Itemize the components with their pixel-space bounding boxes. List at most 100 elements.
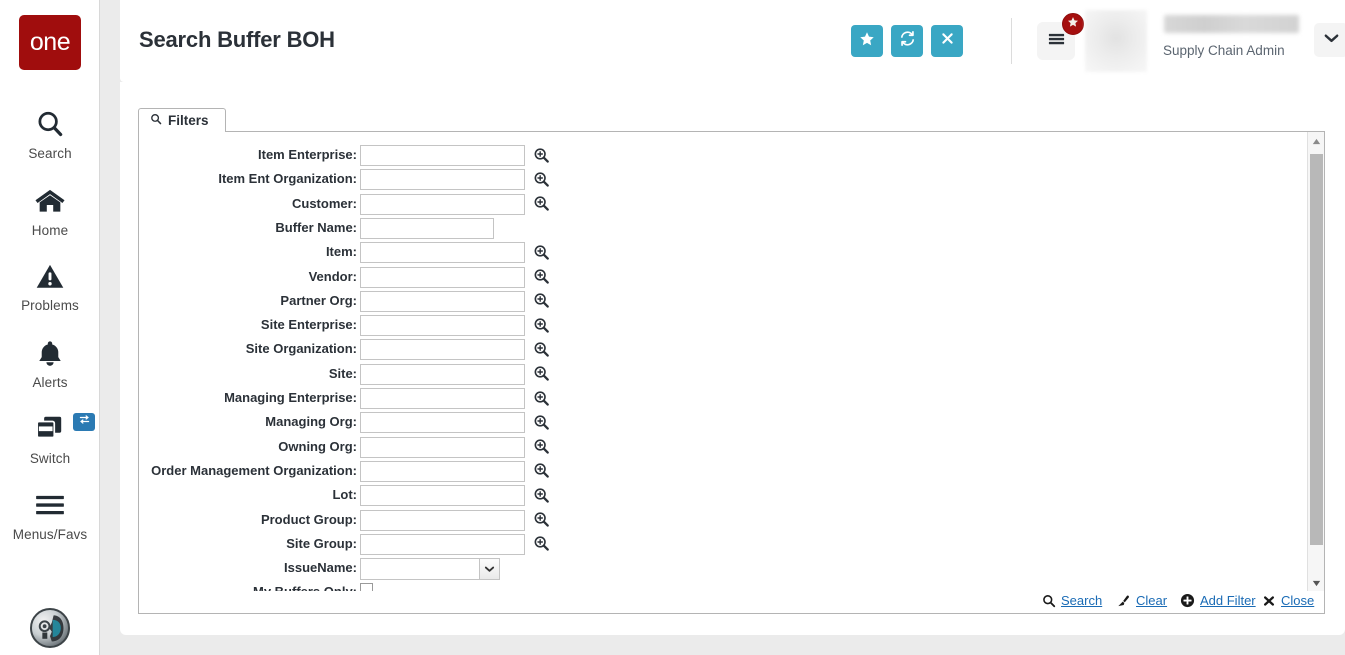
add-filter-link[interactable]: Add Filter — [1180, 593, 1256, 608]
filter-row: Owning Org: — [139, 435, 1324, 459]
filter-label: Vendor: — [308, 268, 357, 284]
filter-row: Vendor: — [139, 265, 1324, 289]
clear-link[interactable]: Clear — [1116, 593, 1167, 608]
triangle-up-icon — [1312, 132, 1321, 150]
magnifier-plus-icon[interactable] — [531, 509, 551, 531]
filter-input[interactable] — [360, 388, 525, 409]
magnifier-plus-icon[interactable] — [531, 168, 551, 190]
filter-input[interactable] — [360, 193, 525, 215]
filter-input[interactable] — [360, 266, 525, 288]
magnifier-plus-icon[interactable] — [531, 436, 551, 458]
filter-row: IssueName: — [139, 556, 1324, 581]
filter-input[interactable] — [360, 436, 525, 458]
magnifier-plus-icon[interactable] — [531, 387, 551, 409]
refresh-button[interactable] — [891, 25, 923, 57]
filter-row: My Buffers Only: — [139, 580, 1324, 591]
filter-input[interactable] — [360, 290, 525, 312]
star-icon — [1067, 15, 1079, 33]
user-name — [1164, 15, 1299, 33]
filter-row: Customer: — [139, 192, 1324, 216]
swap-arrows-icon — [78, 413, 91, 431]
sidebar-item-home[interactable]: Home — [0, 181, 100, 238]
filter-row: Site Enterprise: — [139, 313, 1324, 337]
magnifier-plus-icon[interactable] — [531, 411, 551, 433]
sidebar-item-alerts[interactable]: Alerts — [0, 333, 100, 390]
magnifier-plus-icon[interactable] — [531, 193, 551, 215]
filter-label: IssueName: — [284, 560, 357, 576]
app-logo-text: one — [29, 28, 71, 56]
sidebar-item-label: Switch — [29, 451, 71, 466]
magnifier-plus-icon[interactable] — [531, 314, 551, 336]
magnifier-plus-icon[interactable] — [531, 241, 551, 263]
filter-input[interactable] — [360, 169, 525, 191]
vertical-scrollbar[interactable] — [1307, 132, 1324, 591]
ai-assistant-orb-icon[interactable] — [30, 608, 70, 648]
filter-label: Order Management Organization: — [151, 462, 357, 478]
header-divider — [1011, 18, 1012, 64]
sidebar-item-label: Menus/Favs — [12, 527, 88, 542]
search-link[interactable]: Search — [1042, 593, 1102, 608]
header-menu-badge[interactable] — [1062, 13, 1084, 35]
issuename-select[interactable] — [360, 558, 500, 581]
magnifier-plus-icon[interactable] — [531, 266, 551, 288]
filter-input[interactable] — [360, 485, 525, 507]
filter-label: Item Enterprise: — [258, 147, 357, 162]
scrollbar-thumb[interactable] — [1310, 154, 1323, 545]
tab-filters[interactable]: Filters — [138, 108, 226, 133]
filter-label: Lot: — [332, 487, 357, 503]
close-button[interactable] — [931, 25, 963, 57]
sidebar-item-problems[interactable]: Problems — [0, 256, 100, 313]
magnifier-plus-icon[interactable] — [531, 363, 551, 385]
filters-form: Item Enterprise: Item Ent Organization: Cu… — [138, 132, 1325, 591]
filter-input[interactable] — [360, 145, 525, 166]
magnifier-plus-icon[interactable] — [531, 460, 551, 482]
user-role: Supply Chain Admin — [1163, 43, 1285, 58]
add-filter-link-label: Add Filter — [1200, 593, 1256, 608]
triangle-down-icon — [1312, 574, 1321, 592]
avatar — [1085, 10, 1147, 72]
filter-label: My Buffers Only: — [139, 580, 357, 591]
filter-input[interactable] — [360, 217, 494, 239]
magnifier-plus-icon[interactable] — [531, 484, 551, 506]
issuename-select-value — [361, 559, 479, 579]
main-region: Search Buffer BOH Supply Chain Admin Fil… — [100, 0, 1345, 655]
filter-row: Managing Org: — [139, 410, 1324, 434]
close-link[interactable]: Close — [1262, 593, 1314, 608]
filter-row: Site Group: — [139, 532, 1324, 556]
clear-link-label: Clear — [1136, 593, 1168, 608]
filter-label: Site: — [328, 365, 357, 381]
tab-strip: Filters — [138, 108, 1325, 133]
page-title: Search Buffer BOH — [139, 27, 335, 52]
sidebar-item-switch[interactable]: Switch — [0, 409, 100, 466]
filter-row: Buffer Name: — [139, 216, 1324, 240]
my-buffers-only-checkbox[interactable] — [360, 583, 373, 591]
filter-label: Managing Enterprise: — [224, 390, 357, 405]
sidebar-item-search[interactable]: Search — [0, 104, 100, 161]
magnifier-plus-icon[interactable] — [531, 144, 551, 166]
filter-input[interactable] — [360, 242, 525, 264]
scroll-up-button[interactable] — [1308, 132, 1324, 149]
scroll-down-button[interactable] — [1308, 574, 1324, 591]
favorite-button[interactable] — [851, 25, 883, 57]
filter-input[interactable] — [360, 339, 525, 361]
sidebar-item-menus-favs[interactable]: Menus/Favs — [0, 485, 100, 542]
tab-filters-label: Filters — [168, 113, 209, 128]
magnifier-plus-icon[interactable] — [531, 338, 551, 360]
filter-input[interactable] — [360, 460, 525, 482]
user-menu-button[interactable] — [1314, 23, 1345, 57]
filter-input[interactable] — [360, 533, 525, 555]
switch-badge[interactable] — [73, 413, 95, 431]
filters-footer: Search Clear Add Filter Close — [138, 591, 1325, 614]
app-logo[interactable]: one — [19, 15, 81, 70]
plus-circle-icon — [1180, 593, 1195, 608]
filter-label: Customer: — [291, 195, 357, 211]
filter-label: Site Enterprise: — [260, 317, 357, 333]
magnifier-plus-icon[interactable] — [531, 533, 551, 555]
filter-label: Item Ent Organization: — [218, 171, 357, 187]
filter-input[interactable] — [360, 509, 525, 531]
filter-input[interactable] — [360, 412, 525, 434]
filter-input[interactable] — [360, 363, 525, 385]
filter-input[interactable] — [360, 315, 525, 337]
magnifier-plus-icon[interactable] — [531, 290, 551, 312]
star-icon — [859, 31, 875, 52]
